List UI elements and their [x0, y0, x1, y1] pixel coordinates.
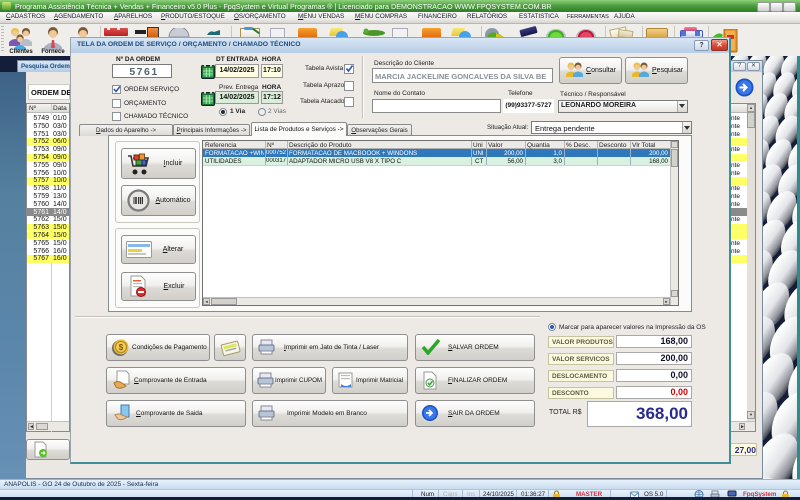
svg-text:$: $: [119, 343, 124, 352]
